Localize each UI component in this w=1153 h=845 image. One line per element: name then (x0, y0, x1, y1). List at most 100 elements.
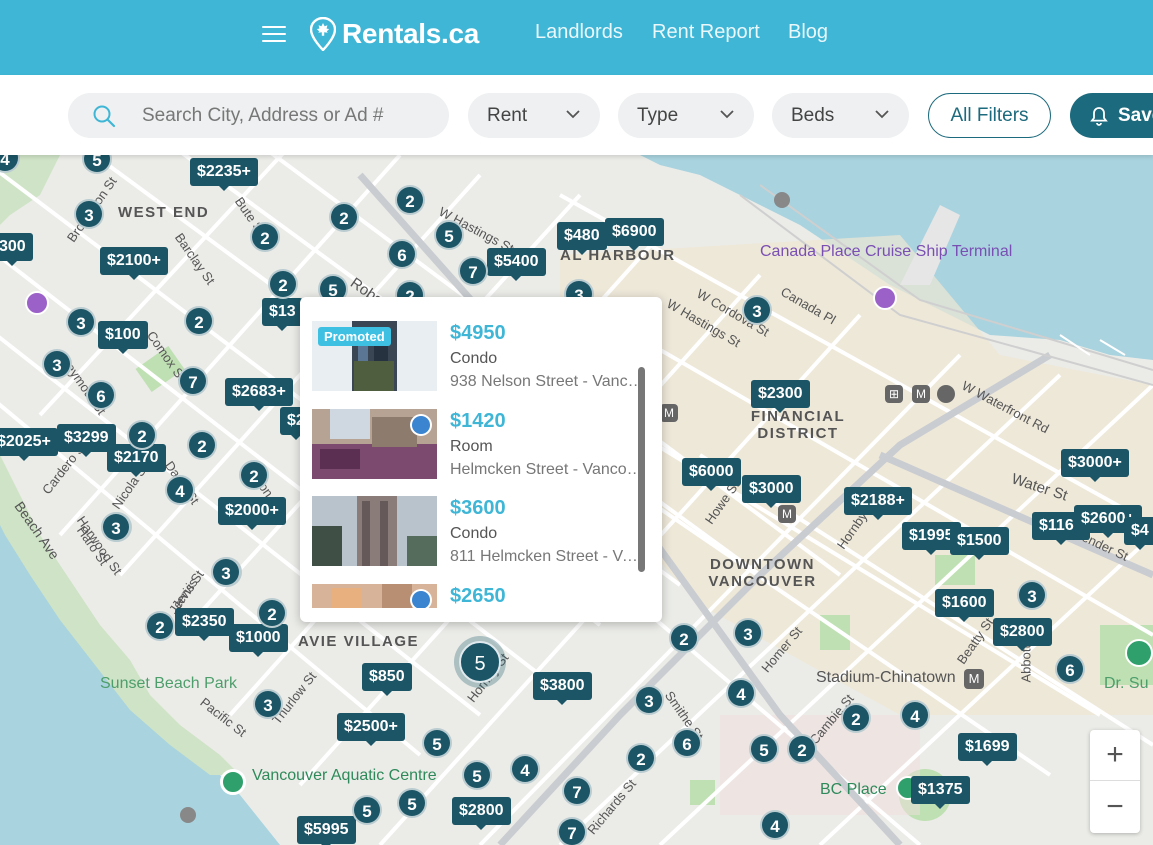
search-box[interactable] (68, 93, 449, 138)
rentals-logo[interactable]: Rentals.ca (310, 16, 479, 52)
cluster-marker[interactable]: 2 (787, 734, 817, 764)
cluster-marker[interactable]: 2 (250, 222, 280, 252)
cluster-marker[interactable]: 5 (397, 788, 427, 818)
cluster-marker[interactable]: 3 (74, 199, 104, 229)
listing-card[interactable]: $3600 Condo 811 Helmcken Street - Vancou… (312, 496, 645, 568)
price-marker[interactable]: $1000 (229, 624, 288, 657)
cluster-marker[interactable]: 5 (434, 220, 464, 250)
pool-icon[interactable] (220, 769, 246, 795)
price-marker[interactable]: $6000 (682, 458, 741, 491)
cluster-marker[interactable]: 4 (165, 475, 195, 505)
nav-blog[interactable]: Blog (788, 21, 828, 44)
zoom-out-button[interactable]: − (1090, 781, 1140, 832)
cluster-marker[interactable]: 6 (1055, 654, 1085, 684)
zoom-in-button[interactable]: + (1090, 730, 1140, 781)
cluster-marker[interactable]: 7 (458, 256, 488, 286)
price-marker[interactable]: $2100+ (100, 247, 168, 280)
cluster-marker[interactable]: 7 (557, 817, 587, 845)
camera-icon[interactable] (25, 291, 49, 315)
nav-rent-report[interactable]: Rent Report (652, 21, 760, 44)
price-marker[interactable]: $2188+ (844, 487, 912, 520)
cluster-marker[interactable]: 3 (66, 307, 96, 337)
ferry-icon[interactable] (774, 192, 790, 208)
price-marker[interactable]: $5995 (297, 816, 356, 845)
listing-card[interactable]: $1420 Room Helmcken Street - Vancouver (312, 409, 645, 481)
listing-card[interactable]: Promoted $4950 Condo 938 Nelson Street -… (312, 321, 645, 393)
ferry-icon[interactable] (937, 385, 955, 403)
price-marker[interactable]: $4 (1124, 517, 1153, 550)
price-marker[interactable]: $2300 (751, 380, 810, 413)
price-marker[interactable]: $3000 (742, 475, 801, 508)
transit-icon[interactable]: M (964, 669, 984, 689)
type-dropdown[interactable]: Type (618, 93, 754, 138)
price-marker[interactable]: $2683+ (225, 378, 293, 411)
price-marker[interactable]: $1375 (911, 776, 970, 809)
cluster-marker[interactable]: 2 (626, 743, 656, 773)
price-marker[interactable]: $13 (262, 298, 303, 331)
price-marker[interactable]: $2800 (993, 618, 1052, 651)
selected-cluster-marker[interactable]: 5 (459, 641, 501, 683)
cluster-marker[interactable]: 3 (253, 689, 283, 719)
cluster-marker[interactable]: 2 (145, 611, 175, 641)
price-marker[interactable]: $2025+ (0, 428, 58, 461)
price-marker[interactable]: $3800 (533, 672, 592, 705)
price-marker[interactable]: $2800 (452, 797, 511, 830)
transit-icon[interactable]: M (660, 404, 678, 422)
cluster-marker[interactable]: 2 (669, 623, 699, 653)
price-marker[interactable]: $2500+ (337, 713, 405, 746)
price-marker[interactable]: $5400 (487, 248, 546, 281)
all-filters-button[interactable]: All Filters (928, 93, 1051, 138)
cluster-marker[interactable]: 2 (841, 703, 871, 733)
listing-card[interactable]: $2650 (312, 584, 642, 622)
cluster-marker[interactable]: 2 (329, 202, 359, 232)
cluster-marker[interactable]: 2 (184, 306, 214, 336)
beds-dropdown[interactable]: Beds (772, 93, 909, 138)
transit-icon[interactable]: M (778, 505, 796, 523)
train-icon[interactable]: ⊞ (885, 385, 903, 403)
cluster-marker[interactable]: 7 (562, 776, 592, 806)
cluster-marker[interactable]: 4 (726, 678, 756, 708)
cluster-marker[interactable]: 2 (268, 269, 298, 299)
price-marker[interactable]: $480 (557, 222, 607, 255)
camera-icon[interactable] (873, 286, 897, 310)
price-marker[interactable]: 300 (0, 233, 33, 266)
price-marker[interactable]: $3000+ (1061, 449, 1129, 482)
nav-landlords[interactable]: Landlords (535, 21, 623, 44)
library-icon[interactable] (180, 807, 196, 823)
cluster-marker[interactable]: 5 (422, 728, 452, 758)
cluster-marker[interactable]: 6 (86, 380, 116, 410)
cluster-marker[interactable]: 5 (352, 795, 382, 825)
cluster-marker[interactable]: 2 (239, 460, 269, 490)
cluster-marker[interactable]: 5 (749, 734, 779, 764)
cluster-marker[interactable]: 2 (127, 420, 157, 450)
cluster-marker[interactable]: 3 (211, 557, 241, 587)
garden-icon[interactable] (1125, 639, 1153, 667)
cluster-marker[interactable]: 6 (387, 239, 417, 269)
price-marker[interactable]: $2350 (175, 608, 234, 641)
cluster-marker[interactable]: 4 (900, 700, 930, 730)
cluster-marker[interactable]: 3 (101, 512, 131, 542)
search-input[interactable] (142, 93, 432, 138)
price-marker[interactable]: $2235+ (190, 158, 258, 191)
price-marker[interactable]: $100 (98, 321, 148, 354)
cluster-marker[interactable]: 7 (178, 366, 208, 396)
cluster-marker[interactable]: 3 (42, 349, 72, 379)
price-marker[interactable]: $1600 (935, 589, 994, 622)
cluster-marker[interactable]: 4 (760, 810, 790, 840)
cluster-marker[interactable]: 6 (672, 728, 702, 758)
price-marker[interactable]: $2000+ (218, 497, 286, 530)
price-marker[interactable]: $6900 (605, 218, 664, 251)
price-marker[interactable]: $1500 (950, 527, 1009, 560)
cluster-marker[interactable]: 3 (733, 618, 763, 648)
save-search-button[interactable]: Save (1070, 93, 1153, 138)
menu-icon[interactable] (262, 23, 286, 45)
rent-dropdown[interactable]: Rent (468, 93, 600, 138)
cluster-marker[interactable]: 3 (742, 295, 772, 325)
cluster-marker[interactable]: 4 (510, 754, 540, 784)
price-marker[interactable]: $1699 (958, 733, 1017, 766)
cluster-marker[interactable]: 2 (187, 430, 217, 460)
cluster-marker[interactable]: 3 (634, 685, 664, 715)
cluster-marker[interactable]: 3 (1017, 580, 1047, 610)
price-marker[interactable]: $850 (362, 663, 412, 696)
cluster-marker[interactable]: 5 (462, 760, 492, 790)
